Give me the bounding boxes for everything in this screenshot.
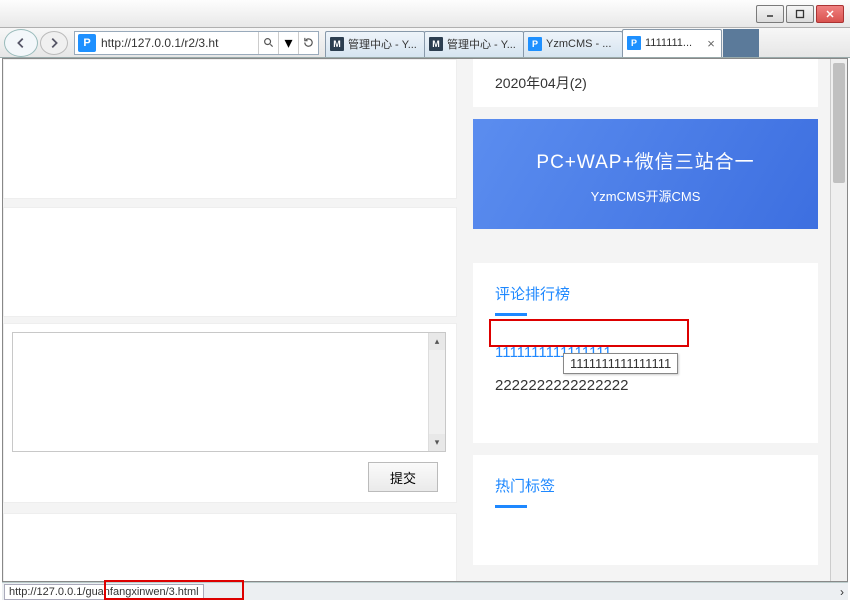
window-minimize-button[interactable] <box>756 5 784 23</box>
page-viewport: ▴ ▾ 提交 2020年04月(2) PC+WAP+微信三站合一 YzmCMS开… <box>2 58 848 582</box>
tab-label: 管理中心 - Y... <box>348 36 420 52</box>
window-close-button[interactable] <box>816 5 844 23</box>
browser-toolbar: P ▾ M 管理中心 - Y... M 管理中心 - Y... P YzmCMS… <box>0 28 850 58</box>
refresh-button[interactable] <box>298 32 318 54</box>
content-block <box>3 513 457 581</box>
tab-0[interactable]: M 管理中心 - Y... <box>325 31 425 57</box>
content-block <box>3 59 457 199</box>
scrollbar-thumb[interactable] <box>833 63 845 183</box>
viewport-scrollbar[interactable] <box>830 59 847 581</box>
url-input[interactable] <box>99 36 258 50</box>
textarea-scrollbar[interactable]: ▴ ▾ <box>428 333 445 451</box>
tab-favicon-icon: P <box>627 36 641 50</box>
search-dropdown-icon[interactable] <box>258 32 278 54</box>
hscroll-right-icon[interactable]: › <box>840 585 844 599</box>
comment-textarea[interactable] <box>12 332 446 452</box>
tab-3[interactable]: P 1111111... × <box>622 29 722 57</box>
banner-title: PC+WAP+微信三站合一 <box>473 147 818 174</box>
nav-forward-button[interactable] <box>40 31 68 55</box>
toolbar-right <box>723 29 759 57</box>
tab-strip: M 管理中心 - Y... M 管理中心 - Y... P YzmCMS - .… <box>325 29 721 57</box>
comment-form-block: ▴ ▾ 提交 <box>3 323 457 503</box>
link-tooltip: 1111111111111111 <box>563 353 678 374</box>
archive-date-link[interactable]: 2020年04月(2) <box>495 75 587 91</box>
page-content: ▴ ▾ 提交 2020年04月(2) PC+WAP+微信三站合一 YzmCMS开… <box>3 59 847 581</box>
site-favicon-icon: P <box>78 34 96 52</box>
tab-2[interactable]: P YzmCMS - ... <box>523 31 623 57</box>
status-bar: http://127.0.0.1/guanfangxinwen/3.html › <box>2 582 848 600</box>
tab-label: YzmCMS - ... <box>546 38 618 50</box>
submit-button[interactable]: 提交 <box>368 462 438 492</box>
window-maximize-button[interactable] <box>786 5 814 23</box>
nav-back-button[interactable] <box>4 29 38 57</box>
scroll-up-icon[interactable]: ▴ <box>429 333 445 350</box>
address-bar[interactable]: P ▾ <box>74 31 319 55</box>
panel-heading: 热门标签 <box>495 475 796 506</box>
tab-favicon-icon: M <box>330 37 344 51</box>
comment-rank-panel: 评论排行榜 1111111111111111 2222222222222222 … <box>473 263 818 443</box>
tab-label: 管理中心 - Y... <box>447 36 519 52</box>
tab-favicon-icon: M <box>429 37 443 51</box>
panel-heading: 评论排行榜 <box>495 283 796 314</box>
promo-banner[interactable]: PC+WAP+微信三站合一 YzmCMS开源CMS <box>473 119 818 229</box>
tab-label: 1111111... <box>645 37 705 49</box>
addr-dropdown-icon[interactable]: ▾ <box>278 32 298 54</box>
scroll-down-icon[interactable]: ▾ <box>429 434 445 451</box>
hot-tags-panel: 热门标签 <box>473 455 818 565</box>
window-titlebar <box>0 0 850 28</box>
tab-favicon-icon: P <box>528 37 542 51</box>
content-block <box>3 207 457 317</box>
tab-close-icon[interactable]: × <box>705 36 717 51</box>
banner-subtitle: YzmCMS开源CMS <box>473 186 818 205</box>
tab-1[interactable]: M 管理中心 - Y... <box>424 31 524 57</box>
archive-date-block: 2020年04月(2) <box>473 59 818 107</box>
status-hover-url: http://127.0.0.1/guanfangxinwen/3.html <box>4 584 204 600</box>
